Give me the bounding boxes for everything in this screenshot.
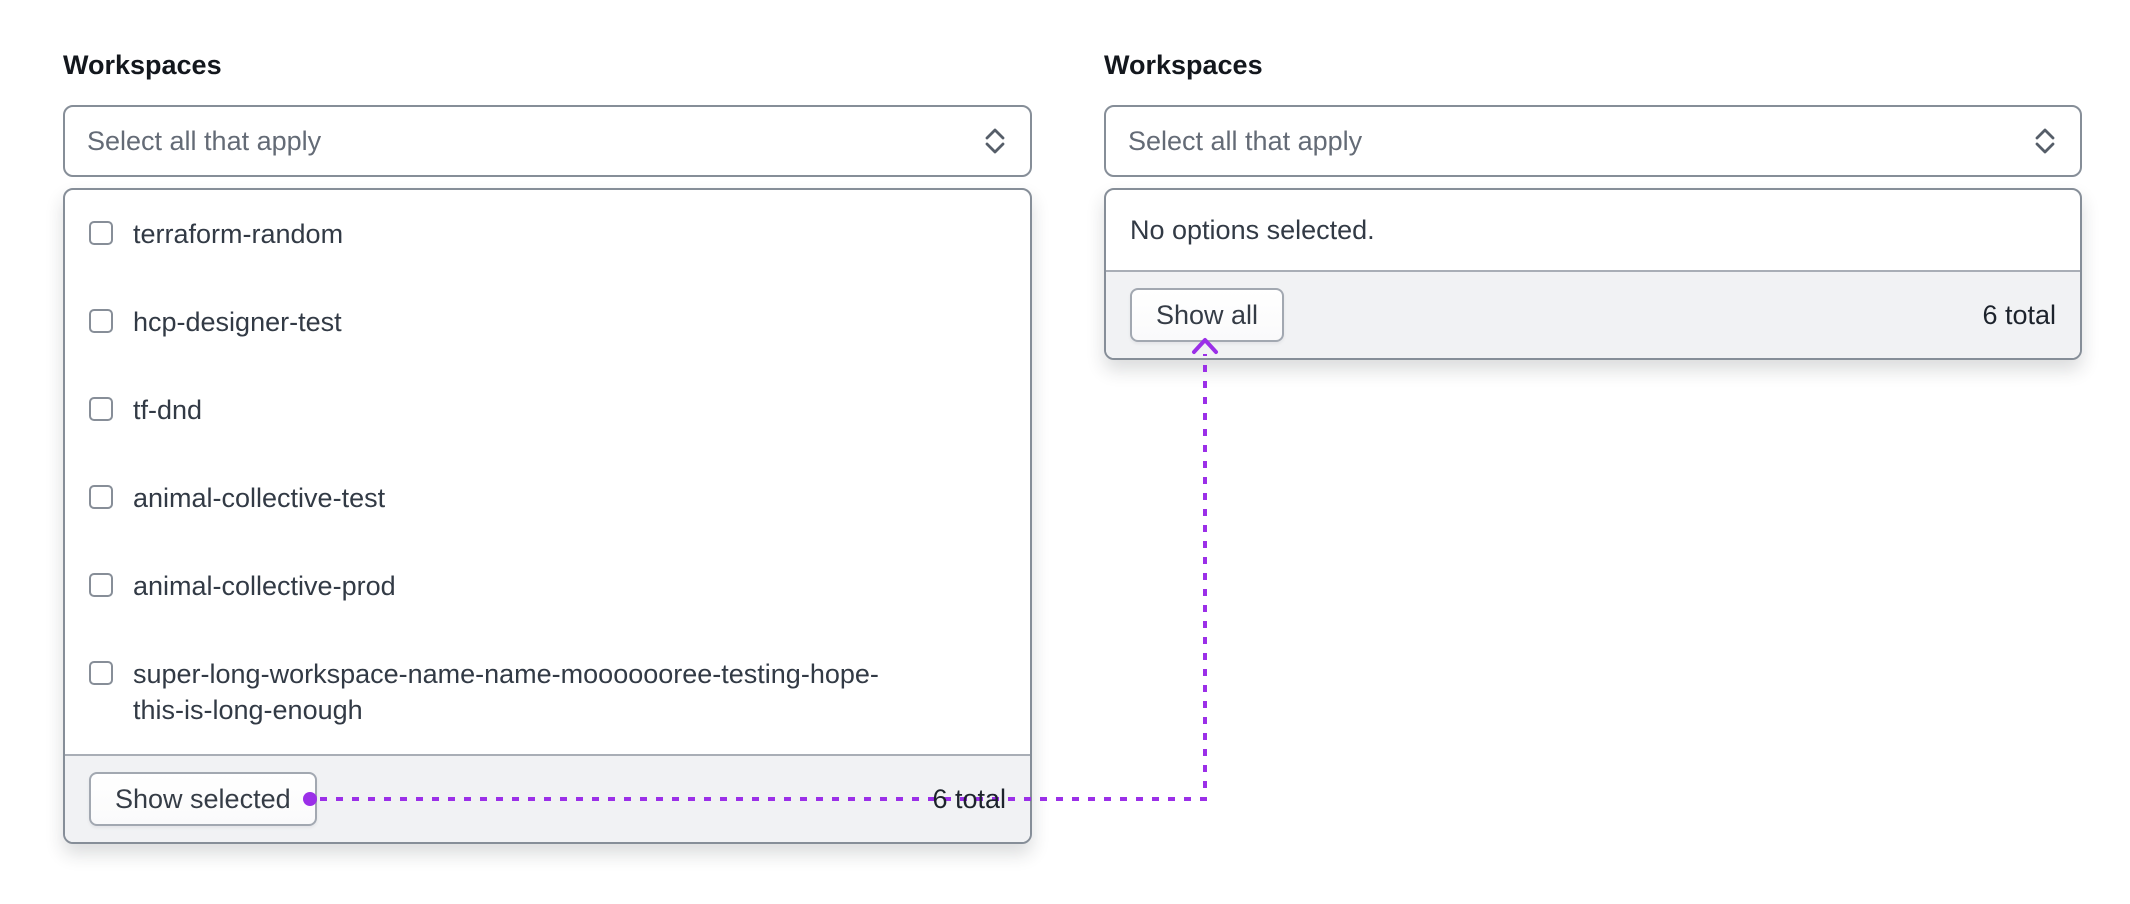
workspace-option-label: hcp-designer-test (133, 304, 342, 340)
show-all-button[interactable]: Show all (1130, 288, 1284, 342)
empty-dropdown: No options selected. Show all 6 total (1104, 188, 2082, 360)
workspace-option[interactable]: terraform-random (65, 190, 1030, 278)
workspace-option-label: animal-collective-prod (133, 568, 396, 604)
workspace-option[interactable]: animal-collective-test (65, 454, 1030, 542)
workspace-option-label: animal-collective-test (133, 480, 385, 516)
checkbox-unchecked[interactable] (89, 485, 113, 509)
checkbox-unchecked[interactable] (89, 661, 113, 685)
dropdown-footer: Show all 6 total (1106, 270, 2080, 358)
workspaces-field-empty: Workspaces Select all that apply No opti… (1104, 47, 2082, 360)
workspaces-field-open: Workspaces Select all that apply terrafo… (63, 47, 1032, 844)
checkbox-unchecked[interactable] (89, 309, 113, 333)
workspace-option[interactable]: animal-collective-prod (65, 542, 1030, 630)
workspace-option-label: super-long-workspace-name-name-moooooore… (133, 656, 908, 728)
dropdown-footer: Show selected 6 total (65, 754, 1030, 842)
caret-up-down-icon (982, 125, 1008, 157)
show-selected-button[interactable]: Show selected (89, 772, 317, 826)
select-trigger[interactable]: Select all that apply (63, 105, 1032, 177)
workspace-option[interactable]: super-long-workspace-name-name-moooooore… (65, 630, 1030, 754)
caret-up-down-icon (2032, 125, 2058, 157)
workspace-option[interactable]: hcp-designer-test (65, 278, 1030, 366)
page: Workspaces Select all that apply terrafo… (0, 0, 2130, 904)
select-placeholder: Select all that apply (87, 126, 321, 157)
options-dropdown: terraform-random hcp-designer-test tf-dn… (63, 188, 1032, 844)
total-count: 6 total (932, 784, 1006, 815)
workspace-option[interactable]: tf-dnd (65, 366, 1030, 454)
workspace-option-list: terraform-random hcp-designer-test tf-dn… (65, 190, 1030, 754)
checkbox-unchecked[interactable] (89, 573, 113, 597)
select-trigger[interactable]: Select all that apply (1104, 105, 2082, 177)
checkbox-unchecked[interactable] (89, 397, 113, 421)
checkbox-unchecked[interactable] (89, 221, 113, 245)
no-options-message: No options selected. (1106, 190, 2080, 270)
field-label: Workspaces (1104, 47, 2082, 83)
total-count: 6 total (1982, 300, 2056, 331)
field-label: Workspaces (63, 47, 1032, 83)
select-placeholder: Select all that apply (1128, 126, 1362, 157)
workspace-option-label: tf-dnd (133, 392, 202, 428)
workspace-option-label: terraform-random (133, 216, 343, 252)
